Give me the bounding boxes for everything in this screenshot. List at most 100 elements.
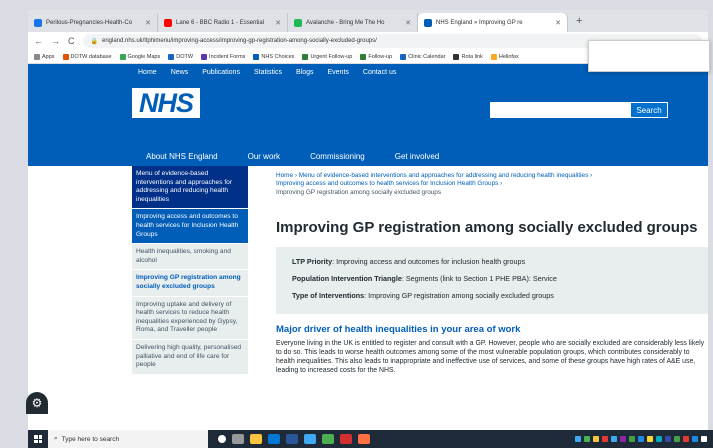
mainnav-link[interactable]: Commissioning: [310, 152, 365, 161]
bookmark-label: Google Maps: [127, 53, 161, 60]
topnav-link[interactable]: Home: [138, 69, 157, 76]
back-icon[interactable]: ←: [34, 36, 43, 46]
topnav-link[interactable]: Blogs: [296, 69, 314, 76]
browser-tab[interactable]: NHS England » Improving GP re ✕: [418, 13, 568, 32]
search-button[interactable]: Search: [630, 102, 668, 118]
close-tab-icon[interactable]: ✕: [145, 19, 151, 27]
chrome-icon[interactable]: [322, 434, 334, 444]
bookmark-icon: [168, 53, 175, 60]
bookmark-item[interactable]: Apps: [34, 53, 55, 60]
topnav-link[interactable]: News: [171, 69, 189, 76]
bookmark-label: Hellofax: [498, 53, 519, 60]
bookmark-label: NHS Choices: [261, 53, 295, 60]
sidebar-item[interactable]: Improving GP registration among socially…: [132, 270, 248, 297]
close-tab-icon[interactable]: ✕: [275, 19, 281, 27]
cortana-icon[interactable]: [218, 435, 226, 443]
bookmark-icon: [34, 53, 40, 60]
section-text: Everyone living in the UK is entitled to…: [276, 340, 705, 375]
start-button[interactable]: [28, 430, 48, 448]
firefox-icon[interactable]: [358, 434, 370, 444]
taskbar-search[interactable]: ⌕ Type here to search: [48, 430, 208, 448]
search-input[interactable]: [490, 102, 630, 118]
bookmark-item[interactable]: Rota link: [453, 53, 483, 60]
ltp-value: : Improving access and outcomes for incl…: [332, 257, 526, 267]
sidebar: Menu of evidence-based interventions and…: [132, 166, 248, 375]
acrobat-icon[interactable]: [340, 434, 352, 444]
outlook-icon[interactable]: [268, 434, 280, 444]
bookmark-label: Clinic Calendar: [408, 53, 446, 60]
breadcrumb: Home › Menu of evidence-based interventi…: [276, 172, 593, 196]
tab-label: Perilous-Pregnancies-Health-Co: [46, 19, 133, 26]
tab-label: Lane 6 - BBC Radio 1 - Essential: [176, 19, 265, 26]
bookmark-label: DOTW database: [70, 53, 112, 60]
bookmark-item[interactable]: Incident Forms: [201, 53, 245, 60]
word-icon[interactable]: [286, 434, 298, 444]
reload-icon[interactable]: C: [68, 36, 75, 46]
bookmark-label: Urgent Follow-up: [310, 53, 353, 60]
browser-tab-bar: Perilous-Pregnancies-Health-Co ✕ Lane 6 - …: [28, 10, 708, 32]
lock-icon: 🔒: [90, 38, 98, 45]
bookmark-item[interactable]: Hellofax: [490, 53, 519, 60]
mainnav-link[interactable]: About NHS England: [146, 152, 218, 161]
tab-favicon-icon: [164, 18, 172, 27]
sidebar-item[interactable]: Menu of evidence-based interventions and…: [132, 166, 248, 210]
bookmark-icon: [302, 53, 309, 60]
bookmark-icon: [253, 53, 260, 60]
windows-taskbar: ⌕ Type here to search: [28, 430, 713, 448]
bookmark-item[interactable]: NHS Choices: [253, 53, 295, 60]
task-view-icon[interactable]: [232, 434, 244, 444]
bookmark-item[interactable]: Follow-up: [360, 53, 393, 60]
topnav-link[interactable]: Statistics: [254, 69, 282, 76]
taskbar-search-placeholder: Type here to search: [61, 435, 120, 443]
popup-panel: [588, 40, 710, 72]
bookmark-icon: [400, 53, 407, 60]
main-content: Home › Menu of evidence-based interventi…: [276, 172, 708, 375]
web-page: Home News Publications Statistics Blogs Event…: [28, 64, 708, 430]
bookmark-item[interactable]: DOTW database: [62, 53, 112, 60]
mainnav-link[interactable]: Get involved: [395, 152, 439, 161]
mainnav-link[interactable]: Our work: [248, 152, 280, 161]
bookmark-icon: [453, 53, 460, 60]
forward-icon[interactable]: →: [51, 36, 60, 46]
browser-tab[interactable]: Lane 6 - BBC Radio 1 - Essential ✕: [158, 13, 288, 32]
close-tab-icon[interactable]: ✕: [555, 19, 561, 27]
info-box: LTP Priority: Improving access and outco…: [276, 247, 708, 315]
edge-icon[interactable]: [304, 434, 316, 444]
sidebar-item[interactable]: Health inequalities, smoking and alcohol: [132, 244, 248, 271]
pit-label: Population Intervention Triangle: [292, 274, 402, 284]
taskbar-apps: [218, 434, 370, 444]
sidebar-item[interactable]: Improving access and outcomes to health …: [132, 209, 248, 245]
topnav-link[interactable]: Contact us: [363, 69, 396, 76]
bookmark-icon: [360, 53, 367, 60]
breadcrumb-home[interactable]: Home: [276, 172, 293, 179]
toi-label: Type of Interventions: [292, 291, 365, 301]
bookmark-item[interactable]: Google Maps: [119, 53, 161, 60]
bookmark-item[interactable]: Urgent Follow-up: [302, 53, 353, 60]
tab-favicon-icon: [424, 18, 432, 27]
tab-favicon-icon: [34, 18, 42, 27]
settings-gear-icon[interactable]: ⚙: [26, 392, 48, 414]
bookmark-icon: [490, 53, 497, 60]
close-tab-icon[interactable]: ✕: [405, 19, 411, 27]
content-area: Menu of evidence-based interventions and…: [132, 166, 708, 430]
bookmark-item[interactable]: DOTW: [168, 53, 194, 60]
bookmark-icon: [201, 53, 208, 60]
topnav-link[interactable]: Publications: [202, 69, 240, 76]
topnav-link[interactable]: Events: [327, 69, 348, 76]
sidebar-item[interactable]: Delivering high quality, personalised pa…: [132, 339, 248, 375]
nhs-logo[interactable]: NHS: [132, 88, 200, 118]
tab-favicon-icon: [294, 18, 302, 27]
sidebar-item[interactable]: Improving uptake and delivery of health …: [132, 296, 248, 340]
bookmark-label: DOTW: [176, 53, 194, 60]
bookmark-label: Follow-up: [368, 53, 393, 60]
bookmark-item[interactable]: Clinic Calendar: [400, 53, 446, 60]
new-tab-icon[interactable]: +: [568, 15, 590, 27]
ltp-label: LTP Priority: [292, 257, 333, 267]
breadcrumb-level2[interactable]: Improving access and outcomes to health …: [276, 180, 498, 187]
bookmark-label: Apps: [42, 53, 55, 60]
browser-tab[interactable]: Perilous-Pregnancies-Health-Co ✕: [28, 13, 158, 32]
breadcrumb-level1[interactable]: Menu of evidence-based interventions and…: [299, 172, 589, 179]
explorer-icon[interactable]: [250, 434, 262, 444]
browser-tab[interactable]: Avalanche - Bring Me The Ho ✕: [288, 13, 418, 32]
tab-label: NHS England » Improving GP re: [436, 19, 523, 26]
